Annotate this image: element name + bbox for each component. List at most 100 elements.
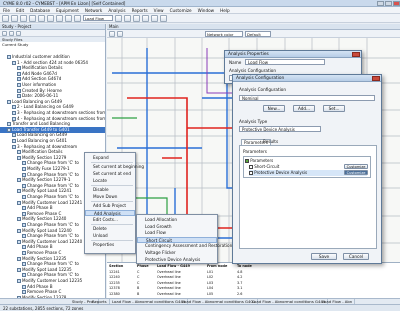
submenu-item[interactable]: Voltage Flicker (137, 250, 217, 256)
menu-edit[interactable]: Edit (16, 8, 24, 13)
submenu-item[interactable]: Protective Device Analysis (137, 257, 217, 263)
param-label: Parameters (250, 158, 274, 163)
tree-node-icon (22, 245, 26, 250)
default-tags-combo[interactable]: Default Tags (245, 30, 271, 42)
tree-node-icon (12, 144, 16, 149)
network-color-combo[interactable]: Network color transc (205, 30, 243, 42)
add-button[interactable]: Add... (293, 105, 315, 112)
tree-item-label: Modify Fuse 12279-1 (27, 166, 70, 171)
print-icon[interactable] (29, 14, 36, 22)
checkbox-icon[interactable] (249, 165, 253, 169)
context-menu-item[interactable]: Expand (85, 155, 135, 161)
cancel-button[interactable]: Cancel (343, 253, 369, 260)
context-menu-item[interactable]: Properties (85, 242, 135, 248)
menu-database[interactable]: Database (30, 8, 50, 13)
find-icon[interactable] (151, 14, 158, 22)
paste-icon[interactable] (56, 14, 63, 22)
context-menu-item[interactable]: Edit Costs... (85, 217, 135, 223)
save-button[interactable]: Save (311, 253, 337, 260)
grid-icon[interactable] (160, 14, 167, 22)
menu-view[interactable]: View (154, 8, 164, 13)
run-icon[interactable] (115, 14, 122, 22)
tree-node-icon (22, 183, 26, 188)
save-study-icon[interactable] (16, 31, 21, 36)
new-icon[interactable] (2, 14, 9, 22)
analysis-config-label: Analysis Configuration (229, 68, 276, 73)
menu-window[interactable]: Window (198, 8, 215, 13)
select-icon[interactable] (142, 14, 149, 22)
copy-icon[interactable] (47, 14, 54, 22)
tree-node-icon (17, 256, 21, 261)
menu-equipment[interactable]: Equipment (56, 8, 79, 13)
config-select[interactable]: Nominal (239, 95, 375, 101)
tree-item-label: Modification Details (22, 149, 63, 155)
close-button[interactable] (393, 0, 400, 6)
save-icon[interactable] (20, 14, 27, 22)
menu-analysis[interactable]: Analysis (108, 8, 125, 13)
context-menu-item[interactable]: Locate (85, 178, 135, 184)
zoom-out-icon[interactable] (117, 30, 123, 37)
tree-node-icon (22, 284, 26, 289)
undo-icon[interactable] (65, 14, 72, 22)
new-study-icon[interactable] (2, 31, 7, 36)
tree-node-icon (7, 55, 11, 59)
customize-button-2[interactable]: Customize (344, 170, 368, 175)
tab-main[interactable]: Main (109, 24, 119, 29)
close-icon[interactable] (352, 52, 360, 57)
context-menu-item[interactable]: Move Down (85, 194, 135, 200)
context-menu-item[interactable]: Add Analysis (85, 209, 135, 216)
redo-icon[interactable] (74, 14, 81, 22)
tree-item-label: Load Transfer G449 to G401 (12, 126, 70, 132)
context-menu-item[interactable]: Disable (85, 187, 135, 193)
grid-cell: 2.6 (237, 291, 243, 296)
name-field[interactable]: Load Flow (245, 59, 325, 65)
checkbox-icon[interactable] (249, 171, 253, 175)
pan-icon[interactable] (133, 14, 140, 22)
zoom-icon[interactable] (124, 14, 131, 22)
analysis-configuration-dialog: Analysis Configuration Analysis Configur… (232, 74, 382, 264)
title-bar: CYME 8.0 r02 - CYMEBST - [APM En Lizon] … (0, 0, 400, 7)
submenu-item[interactable]: Load Growth (137, 224, 217, 230)
cut-icon[interactable] (38, 14, 45, 22)
context-menu-item[interactable]: Set current at end (85, 171, 135, 177)
checkbox-icon[interactable] (245, 159, 249, 163)
minimize-button[interactable] (377, 0, 384, 6)
menu-help[interactable]: Help (220, 8, 230, 13)
tree-item-label: 4 - Rephasing at downstream sections fro… (17, 115, 106, 121)
menu-network[interactable]: Network (85, 8, 102, 13)
submenu-item[interactable]: Load Allocation (137, 217, 217, 223)
grid-header-cell[interactable]: To node (237, 264, 277, 268)
context-menu-item[interactable]: Add Sub Project (85, 203, 135, 209)
menu-reports[interactable]: Reports (132, 8, 148, 13)
context-menu-item[interactable]: Unload (85, 233, 135, 239)
submenu-item[interactable]: Contingency Assessment and Restoration (137, 243, 232, 249)
menu-customize[interactable]: Customize (170, 8, 192, 13)
open-study-icon[interactable] (9, 31, 14, 36)
tree-node-icon (22, 262, 26, 267)
menu-file[interactable]: File (3, 8, 10, 13)
context-menu-item[interactable]: Delete (85, 226, 135, 232)
set-button[interactable]: Set... (323, 105, 345, 112)
grid-header-cell[interactable]: Load Flow - G449 (157, 264, 197, 268)
analysis-type-select[interactable]: Protective Device Analysis (239, 126, 321, 132)
tree-node-icon (17, 217, 21, 222)
zoom-in-icon[interactable] (109, 30, 115, 37)
submenu-item[interactable]: Short Circuit (137, 236, 217, 243)
submenu-item[interactable]: Load Flow (137, 230, 217, 236)
tree-item-label: Add Phase B (27, 244, 53, 250)
grid-cell: 4.8 (237, 269, 243, 274)
grid-cell: 3.7 (237, 280, 243, 285)
new-button[interactable]: New... (263, 105, 285, 112)
tree-item-label: Add Section G467d (22, 76, 62, 82)
tree-node-icon (17, 279, 21, 283)
context-menu-item[interactable]: Set current at beginning (85, 164, 144, 170)
open-icon[interactable] (11, 14, 18, 22)
analysis-combo[interactable]: Load Flow (83, 15, 113, 21)
maximize-button[interactable] (385, 0, 392, 6)
tree-item-label: Modify Section 12240 (22, 216, 67, 222)
tree-node-icon (17, 228, 21, 233)
tree-node-icon (22, 290, 26, 295)
close-icon[interactable] (372, 76, 380, 81)
customize-button-1[interactable]: Customize (344, 164, 368, 169)
tree-node-icon (12, 111, 16, 115)
